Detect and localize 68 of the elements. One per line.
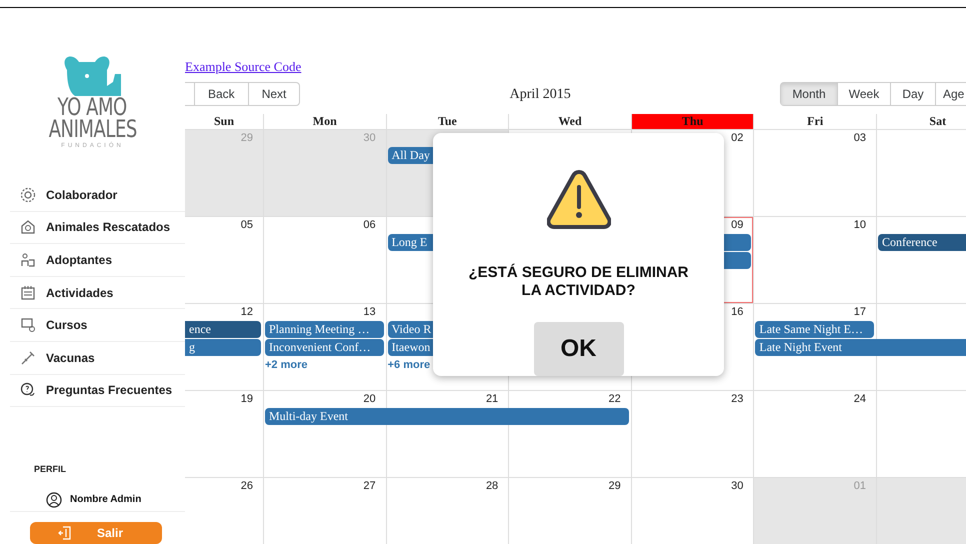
view-tab[interactable]: Month [781,83,837,105]
logo-text: YO AMO [58,96,128,118]
event-bar[interactable]: Multi-day Event [265,408,386,425]
event-bar[interactable] [876,339,966,356]
event-bar[interactable]: Late Night Event [755,339,876,356]
logo-text: ANIMALES [48,118,137,140]
weekday-header: Sat [876,114,966,129]
date-number: 28 [486,480,500,493]
date-number: 09 [731,219,744,232]
dialog-message: ¿ESTÁ SEGURO DE ELIMINAR LA ACTIVIDAD? [467,264,690,300]
date-number: 02 [731,132,744,145]
weekday-header: Thu [630,114,754,129]
more-link[interactable]: +2 more [265,358,308,372]
day-cell[interactable] [263,130,386,216]
menu-icon [20,252,36,268]
day-cell[interactable] [876,478,966,544]
day-cell[interactable] [753,478,876,544]
date-number: 26 [240,480,254,493]
menu-icon [20,284,36,301]
event-bar[interactable]: Late Same Night E… [755,321,874,338]
date-number: 12 [240,306,254,319]
warning-icon [546,167,610,231]
section-heading: PERFIL [34,463,68,476]
menu-icon [20,219,36,236]
date-number: 27 [363,480,377,493]
date-number: 13 [363,306,377,319]
event-bar[interactable]: Inconvenient Conf… [265,339,384,356]
date-number: 30 [363,132,377,145]
ok-button[interactable]: OK [534,322,624,376]
menu-icon [20,382,36,398]
weekday-header: Tue [386,114,508,129]
menu-icon [20,186,36,203]
date-number: 16 [731,306,744,319]
date-number: 05 [240,219,254,232]
menu-icon [20,350,36,366]
more-link[interactable]: +6 more [388,358,430,372]
event-bar[interactable]: Planning Meeting … [265,321,384,338]
user-icon [46,492,62,508]
source-link[interactable]: Example Source Code [185,59,302,75]
exit-icon [56,525,73,542]
nav-button[interactable]: Next [248,83,300,105]
date-number: 17 [854,306,867,319]
date-number: 30 [731,480,744,493]
event-bar[interactable]: Conference [878,234,966,251]
date-number: 10 [854,219,867,232]
date-number: 22 [608,393,622,406]
date-number: 29 [240,132,254,145]
date-number: 21 [486,393,500,406]
date-number: 20 [363,393,377,406]
weekday-header: Sun [212,114,236,129]
nav-button[interactable]: Back [195,83,249,105]
date-number: 24 [854,393,867,406]
date-number: 19 [240,393,254,406]
day-cell[interactable] [185,130,263,216]
menu-icon [20,317,36,334]
date-number: 01 [854,480,867,493]
date-number: 23 [731,393,744,406]
month-label: April 2015 [508,86,572,104]
date-number: 06 [363,219,377,232]
weekday-header: Mon [263,114,386,129]
profile-name: Nombre Admin [70,493,142,508]
weekday-header: Fri [753,114,876,129]
date-number: 29 [608,480,622,493]
event-bar[interactable] [508,408,629,425]
date-number: 03 [854,132,867,145]
event-bar[interactable]: ence [185,321,261,338]
event-bar[interactable]: g [185,339,261,356]
view-tab[interactable]: Age [935,83,966,105]
